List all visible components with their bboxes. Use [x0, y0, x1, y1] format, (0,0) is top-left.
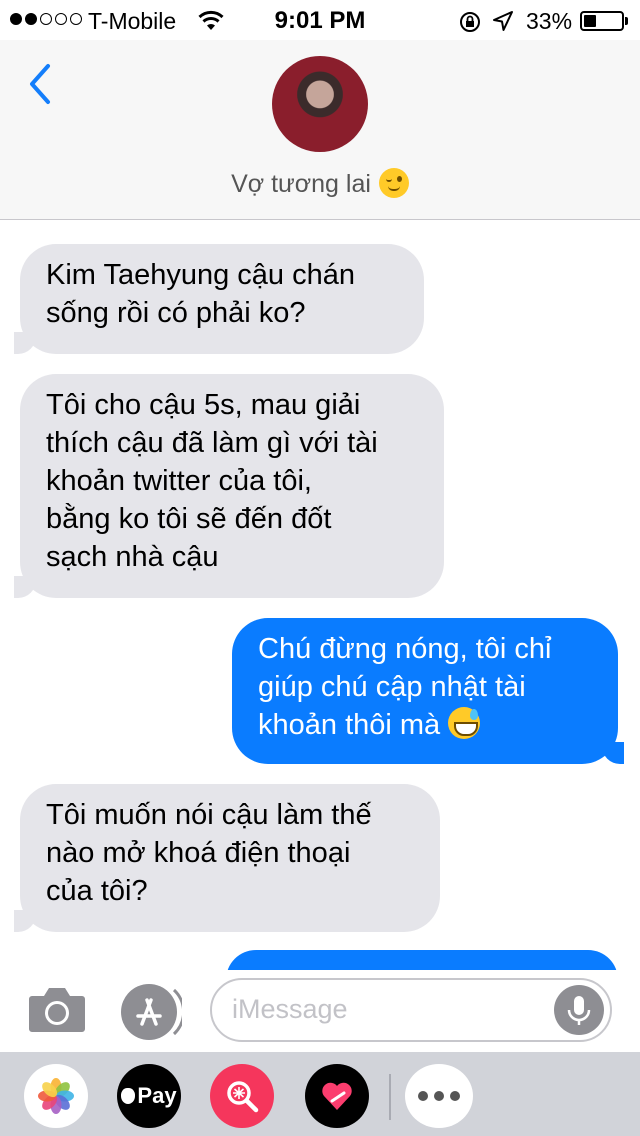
location-arrow-icon — [493, 11, 513, 31]
message-bubble-incoming[interactable]: Tôi cho cậu 5s, mau giải thích cậu đã là… — [14, 374, 444, 598]
conversation-header: Vợ tương lai — [0, 40, 640, 220]
rotation-lock-icon — [460, 12, 480, 32]
winking-face-emoji — [378, 168, 409, 199]
message-bubble-incoming[interactable]: Kim Taehyung cậu chán sống rồi có phải k… — [14, 244, 424, 354]
battery-nub — [625, 17, 628, 25]
message-line: sạch nhà cậu — [46, 541, 219, 573]
photos-icon[interactable] — [24, 1064, 88, 1128]
camera-icon[interactable] — [28, 984, 86, 1034]
battery-percent: 33% — [526, 8, 573, 34]
battery-icon — [580, 11, 624, 31]
contact-name-row[interactable]: Vợ tương lai — [0, 168, 640, 200]
message-bubble-incoming[interactable]: Tôi muốn nói cậu làm thế nào mở khoá điệ… — [14, 784, 440, 932]
more-apps-icon[interactable] — [405, 1064, 473, 1128]
image-search-icon[interactable] — [210, 1064, 274, 1128]
grinning-sweat-emoji — [448, 707, 481, 740]
message-line: khoản twitter của tôi, — [46, 465, 312, 497]
contact-avatar[interactable] — [272, 56, 368, 152]
contact-name: Vợ tương lai — [231, 170, 371, 198]
message-line: của tôi? — [46, 875, 148, 907]
message-line: Tôi muốn nói cậu làm thế — [46, 799, 372, 831]
message-line: giúp chú cập nhật tài — [258, 671, 526, 703]
message-input[interactable] — [232, 994, 552, 1025]
compose-bar — [0, 970, 640, 1052]
message-line: Kim Taehyung cậu chán — [46, 259, 356, 291]
apple-pay-label: Pay — [137, 1083, 177, 1108]
message-line: sống rồi có phải ko? — [46, 297, 306, 329]
message-bubble-outgoing[interactable]: Chú đừng nóng, tôi chỉ giúp chú cập nhật… — [232, 618, 624, 764]
digital-touch-icon[interactable] — [305, 1064, 369, 1128]
microphone-icon[interactable] — [554, 985, 604, 1035]
apple-pay-icon[interactable]: Pay — [117, 1064, 181, 1128]
message-line: Tôi cho cậu 5s, mau giải — [46, 389, 361, 421]
battery-level-fill — [584, 15, 596, 27]
message-field[interactable] — [210, 978, 612, 1042]
status-bar: T-Mobile 9:01 PM 33% — [0, 0, 640, 40]
app-store-icon[interactable] — [120, 982, 182, 1042]
drawer-divider — [389, 1074, 391, 1120]
apple-logo-icon — [121, 1088, 136, 1104]
message-line-with-emoji: khoản thôi mà — [258, 706, 592, 744]
chevron-left-icon[interactable] — [22, 60, 62, 110]
message-line: bằng ko tôi sẽ đến đốt — [46, 503, 332, 535]
message-line: nào mở khoá điện thoại — [46, 837, 351, 869]
message-line: Chú đừng nóng, tôi chỉ — [258, 633, 552, 665]
message-line: khoản thôi mà — [258, 709, 441, 741]
app-drawer: Pay — [0, 1052, 640, 1136]
message-line: thích cậu đã làm gì với tài — [46, 427, 378, 459]
